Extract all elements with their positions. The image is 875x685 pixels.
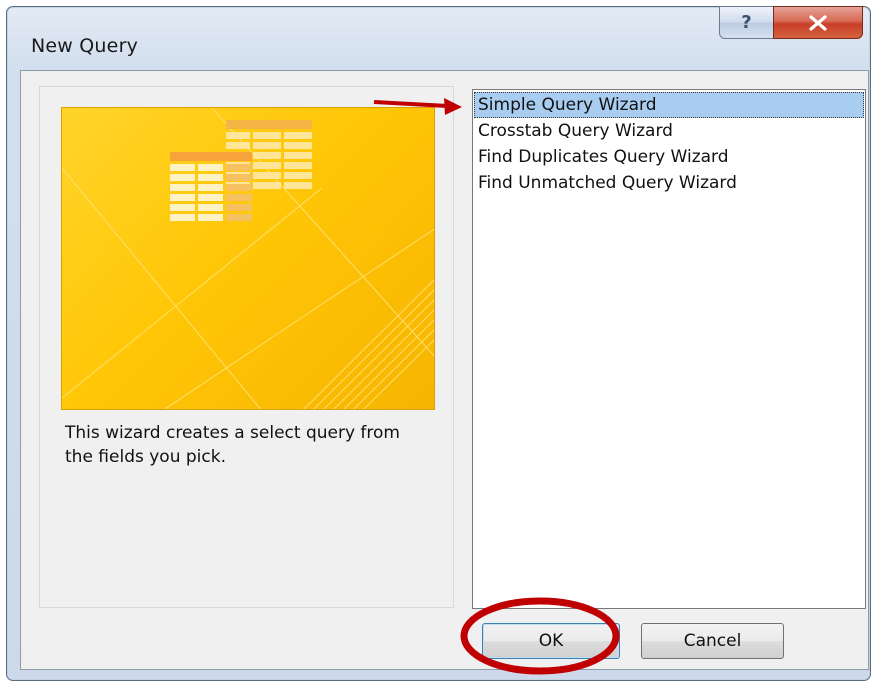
dialog-title: New Query (31, 35, 139, 57)
help-icon: ? (741, 12, 752, 33)
new-query-dialog: New Query ? This wizard creates a select… (6, 6, 871, 681)
list-item-find-duplicates-query-wizard[interactable]: Find Duplicates Query Wizard (474, 144, 864, 170)
cancel-button[interactable]: Cancel (641, 623, 784, 659)
close-x-icon (809, 14, 827, 31)
close-button[interactable] (773, 6, 863, 39)
ok-button[interactable]: OK (482, 623, 620, 659)
list-item-simple-query-wizard[interactable]: Simple Query Wizard (474, 92, 864, 118)
list-item-crosstab-query-wizard[interactable]: Crosstab Query Wizard (474, 118, 864, 144)
list-item-find-unmatched-query-wizard[interactable]: Find Unmatched Query Wizard (474, 170, 864, 196)
wizard-description: This wizard creates a select query from … (65, 423, 400, 467)
wizard-listbox[interactable]: Simple Query Wizard Crosstab Query Wizar… (472, 89, 866, 609)
help-button[interactable]: ? (719, 6, 774, 39)
dialog-body: This wizard creates a select query from … (20, 70, 869, 670)
query-wizard-illustration (61, 107, 435, 410)
